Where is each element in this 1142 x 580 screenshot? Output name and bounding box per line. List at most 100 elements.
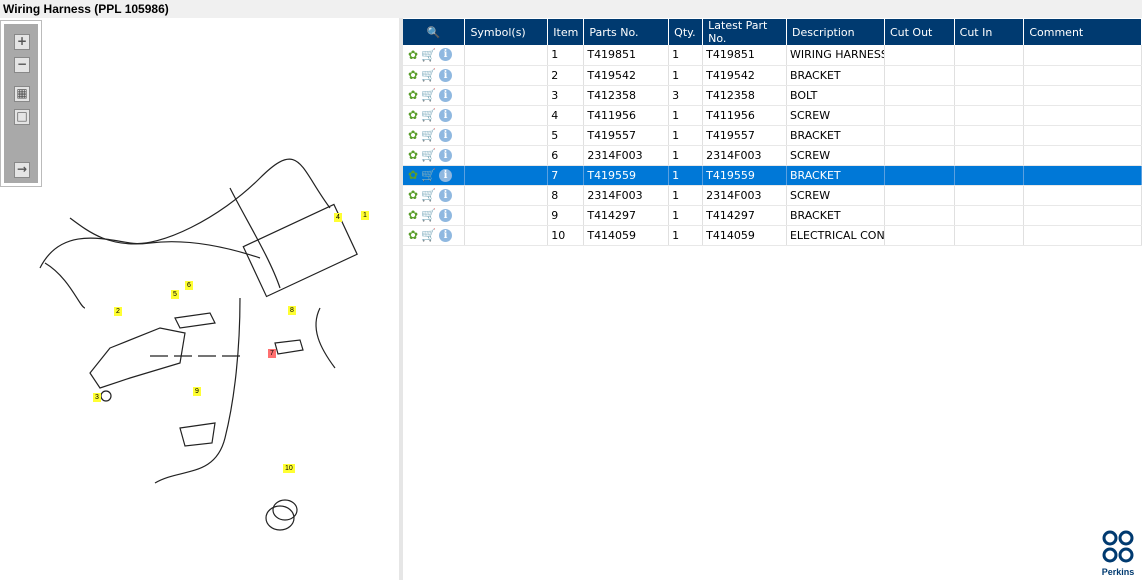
gear-icon[interactable]: ✿	[408, 228, 418, 242]
cell-description: SCREW	[786, 185, 885, 206]
cell-parts-no: 2314F003	[583, 145, 670, 166]
cell-item: 3	[547, 85, 585, 106]
callout-4[interactable]: 4	[334, 213, 342, 222]
cell-parts-no: T414297	[583, 205, 670, 226]
cell-parts-no: 2314F003	[583, 185, 670, 206]
cell-qty: 1	[668, 45, 704, 66]
diagram-pane[interactable]: + − ▦ □ → 1 2 3 4 5 6 7 8 9 10	[0, 18, 399, 580]
cell-comment	[1023, 65, 1142, 86]
callout-5[interactable]: 5	[171, 290, 179, 299]
cell-cut-in	[954, 105, 1025, 126]
table-search-icon[interactable]: 🔍	[403, 19, 466, 45]
gear-icon[interactable]: ✿	[408, 128, 418, 142]
gear-icon[interactable]: ✿	[408, 188, 418, 202]
cart-icon[interactable]: 🛒	[421, 208, 436, 222]
cell-latest-part-no: 2314F003	[702, 185, 787, 206]
gear-icon[interactable]: ✿	[408, 48, 418, 62]
gear-icon[interactable]: ✿	[408, 108, 418, 122]
cell-symbols	[464, 185, 549, 206]
col-description[interactable]: Description	[786, 19, 885, 45]
callout-7[interactable]: 7	[268, 349, 276, 358]
table-row[interactable]: ✿ 🛒 i 5 T419557 1 T419557 BRACKET	[403, 125, 1142, 146]
gear-icon[interactable]: ✿	[408, 208, 418, 222]
callout-3[interactable]: 3	[93, 393, 101, 402]
col-symbols[interactable]: Symbol(s)	[464, 19, 549, 45]
table-row[interactable]: ✿ 🛒 i 7 T419559 1 T419559 BRACKET	[403, 165, 1142, 186]
callout-6[interactable]: 6	[185, 281, 193, 290]
info-icon[interactable]: i	[439, 148, 453, 162]
col-qty[interactable]: Qty.	[668, 19, 704, 45]
cell-item: 9	[547, 205, 585, 226]
cell-cut-out	[884, 65, 955, 86]
cell-cut-out	[884, 105, 955, 126]
cart-icon[interactable]: 🛒	[421, 228, 436, 242]
gear-icon[interactable]: ✿	[408, 88, 418, 102]
col-comment[interactable]: Comment	[1023, 19, 1142, 45]
gear-icon[interactable]: ✿	[408, 168, 418, 182]
callout-8[interactable]: 8	[288, 306, 296, 315]
cart-icon[interactable]: 🛒	[421, 188, 436, 202]
cell-symbols	[464, 225, 549, 246]
table-row[interactable]: ✿ 🛒 i 8 2314F003 1 2314F003 SCREW	[403, 185, 1142, 206]
cell-item: 8	[547, 185, 585, 206]
cart-icon[interactable]: 🛒	[421, 148, 436, 162]
table-row[interactable]: ✿ 🛒 i 9 T414297 1 T414297 BRACKET	[403, 205, 1142, 226]
cell-symbols	[464, 165, 549, 186]
cell-cut-out	[884, 45, 955, 66]
cell-description: BRACKET	[786, 125, 885, 146]
cell-cut-in	[954, 65, 1025, 86]
info-icon[interactable]: i	[439, 168, 453, 182]
callout-10[interactable]: 10	[283, 464, 295, 473]
cell-cut-in	[954, 205, 1025, 226]
cell-symbols	[464, 205, 549, 226]
col-parts-no[interactable]: Parts No.	[583, 19, 670, 45]
col-cut-out[interactable]: Cut Out	[884, 19, 955, 45]
cell-cut-out	[884, 85, 955, 106]
table-row[interactable]: ✿ 🛒 i 4 T411956 1 T411956 SCREW	[403, 105, 1142, 126]
info-icon[interactable]: i	[439, 88, 453, 102]
cell-cut-out	[884, 165, 955, 186]
cell-comment	[1023, 105, 1142, 126]
cell-symbols	[464, 65, 549, 86]
cart-icon[interactable]: 🛒	[421, 48, 436, 62]
cart-icon[interactable]: 🛒	[421, 68, 436, 82]
gear-icon[interactable]: ✿	[408, 148, 418, 162]
row-actions: ✿ 🛒 i	[403, 45, 466, 66]
table-row[interactable]: ✿ 🛒 i 6 2314F003 1 2314F003 SCREW	[403, 145, 1142, 166]
info-icon[interactable]: i	[439, 128, 453, 142]
table-row[interactable]: ✿ 🛒 i 3 T412358 3 T412358 BOLT	[403, 85, 1142, 106]
cell-comment	[1023, 225, 1142, 246]
cart-icon[interactable]: 🛒	[421, 168, 436, 182]
cell-qty: 1	[668, 65, 704, 86]
info-icon[interactable]: i	[439, 208, 453, 222]
table-row[interactable]: ✿ 🛒 i 10 T414059 1 T414059 ELECTRICAL CONN	[403, 225, 1142, 246]
callout-9[interactable]: 9	[193, 387, 201, 396]
row-actions: ✿ 🛒 i	[403, 185, 466, 206]
gear-icon[interactable]: ✿	[408, 68, 418, 82]
cell-symbols	[464, 45, 549, 66]
cell-description: WIRING HARNESS	[786, 45, 885, 66]
col-item[interactable]: Item	[547, 19, 585, 45]
cell-cut-out	[884, 125, 955, 146]
col-latest-part-no[interactable]: Latest Part No.	[702, 19, 787, 45]
callout-1[interactable]: 1	[361, 211, 369, 220]
info-icon[interactable]: i	[439, 68, 453, 82]
cell-description: ELECTRICAL CONN	[786, 225, 885, 246]
cart-icon[interactable]: 🛒	[421, 88, 436, 102]
col-cut-in[interactable]: Cut In	[954, 19, 1025, 45]
table-row[interactable]: ✿ 🛒 i 2 T419542 1 T419542 BRACKET	[403, 65, 1142, 86]
cart-icon[interactable]: 🛒	[421, 108, 436, 122]
cell-parts-no: T419542	[583, 65, 670, 86]
cell-comment	[1023, 185, 1142, 206]
cell-parts-no: T411956	[583, 105, 670, 126]
table-row[interactable]: ✿ 🛒 i 1 T419851 1 T419851 WIRING HARNESS	[403, 45, 1142, 66]
info-icon[interactable]: i	[439, 48, 453, 62]
cart-icon[interactable]: 🛒	[421, 128, 436, 142]
cell-qty: 1	[668, 185, 704, 206]
info-icon[interactable]: i	[439, 108, 453, 122]
info-icon[interactable]: i	[439, 188, 453, 202]
cell-cut-in	[954, 145, 1025, 166]
cell-latest-part-no: 2314F003	[702, 145, 787, 166]
info-icon[interactable]: i	[439, 228, 453, 242]
callout-2[interactable]: 2	[114, 307, 122, 316]
